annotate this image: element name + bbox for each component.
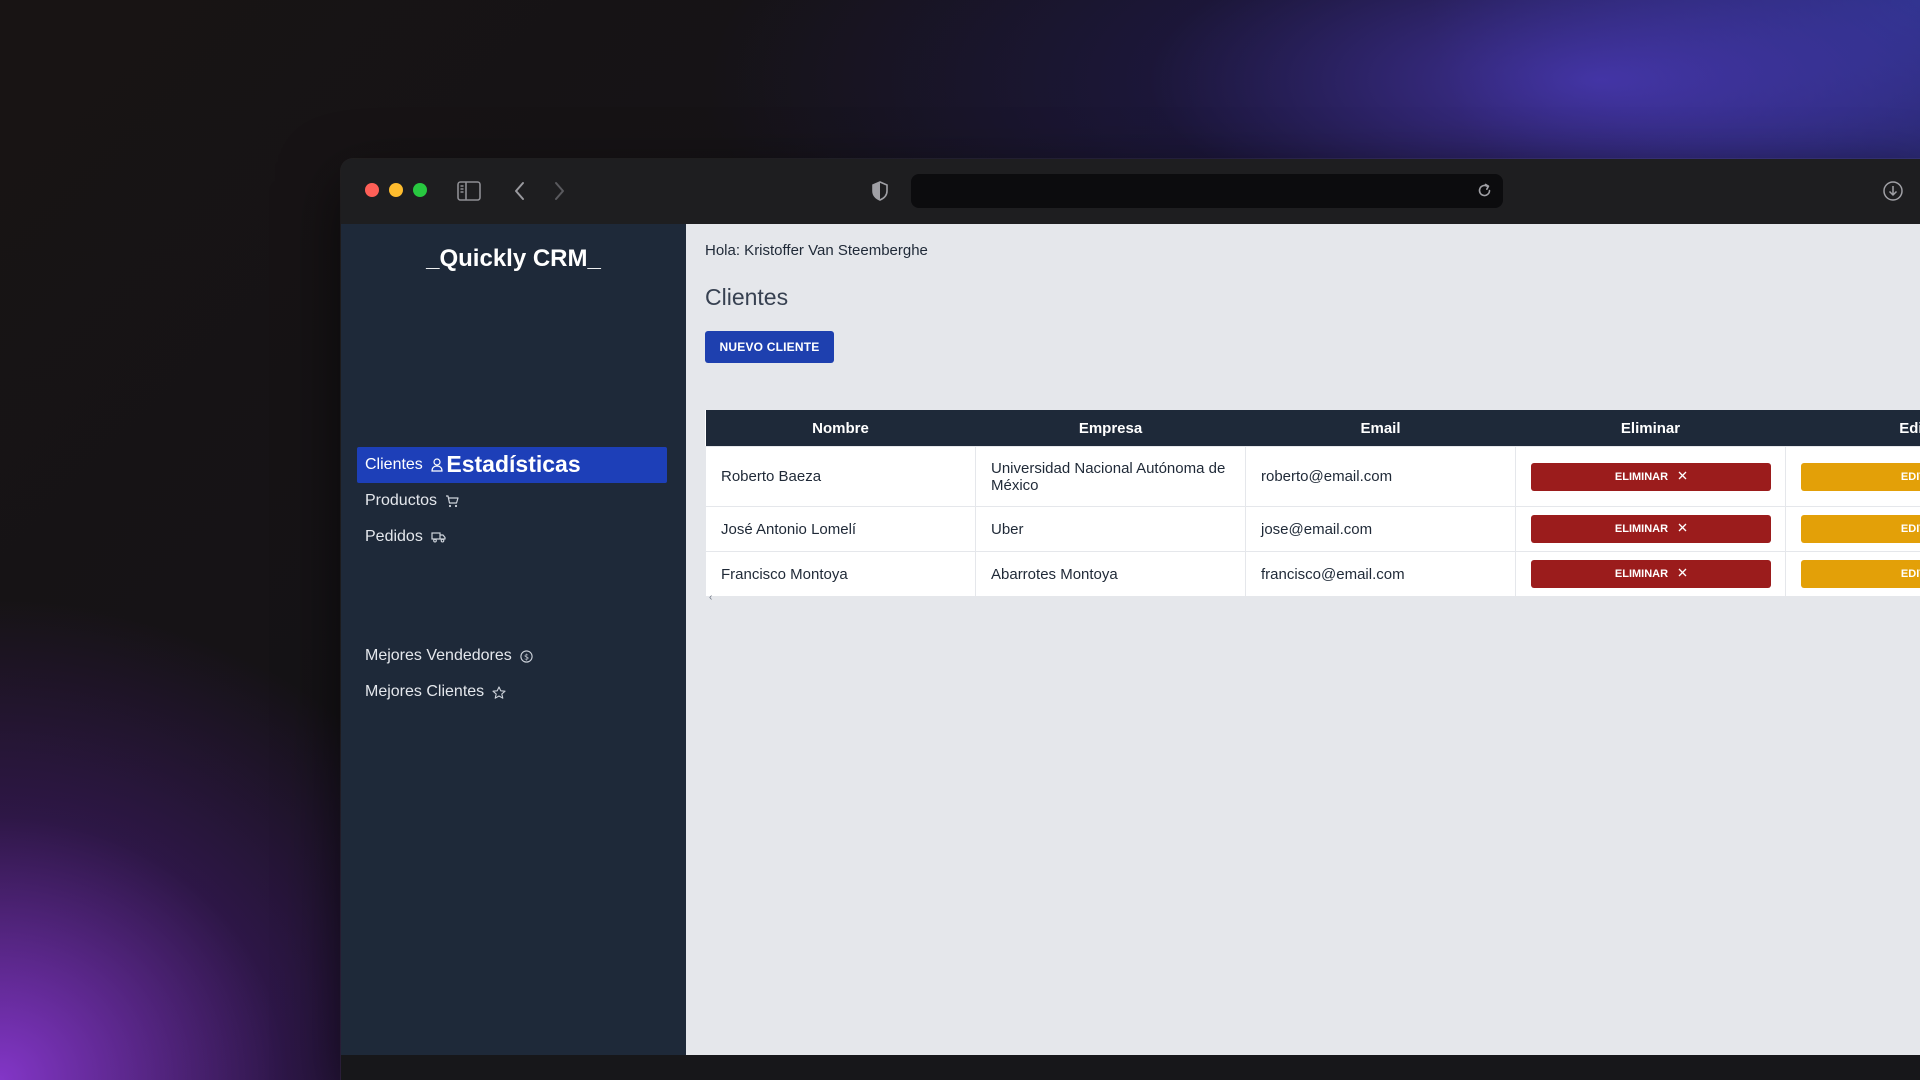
truck-icon <box>431 531 446 543</box>
cell-editar: EDITAR <box>1785 551 1920 597</box>
edit-button-label: EDITAR <box>1900 523 1920 535</box>
cell-editar: EDITAR <box>1785 446 1920 507</box>
user-greeting: Hola: Kristoffer Van Steemberghe <box>705 242 928 259</box>
sidebar: _Quickly CRM_ Clientes Productos Pedidos… <box>341 224 686 1055</box>
cell-email: francisco@email.com <box>1245 551 1516 597</box>
back-icon[interactable] <box>507 178 533 204</box>
sidebar-toggle-icon[interactable] <box>456 178 482 204</box>
minimize-window-button[interactable] <box>389 183 403 197</box>
close-window-button[interactable] <box>365 183 379 197</box>
main-content: Hola: Kristoffer Van Steemberghe Cliente… <box>686 224 1920 1055</box>
dollar-icon: $ <box>520 649 533 663</box>
sidebar-item-label: Pedidos <box>365 528 423 545</box>
edit-client-button[interactable]: EDITAR <box>1801 515 1920 543</box>
close-icon <box>1678 471 1687 483</box>
sidebar-item-mejores-clientes[interactable]: Mejores Clientes <box>357 674 667 710</box>
column-header-eliminar: Eliminar <box>1515 410 1786 447</box>
browser-window: _Quickly CRM_ Clientes Productos Pedidos… <box>341 159 1920 1080</box>
edit-client-button[interactable]: EDITAR <box>1801 462 1920 491</box>
delete-client-button[interactable]: ELIMINAR <box>1531 462 1771 491</box>
table-header-row: Nombre Empresa Email Eliminar Editar <box>705 410 1920 447</box>
cell-eliminar: ELIMINAR <box>1515 551 1786 597</box>
cell-nombre: José Antonio Lomelí <box>705 506 976 552</box>
cell-empresa: Universidad Nacional Autónoma de México <box>975 446 1246 507</box>
clients-table: Nombre Empresa Email Eliminar Editar Rob… <box>705 410 1920 597</box>
edit-button-label: EDITAR <box>1900 470 1920 483</box>
window-bottom-edge <box>341 1055 1920 1080</box>
stats-heading: Estadísticas <box>446 451 581 477</box>
cell-email: jose@email.com <box>1245 506 1516 552</box>
page-title: Clientes <box>705 284 789 310</box>
clients-table-container[interactable]: Nombre Empresa Email Eliminar Editar Rob… <box>705 410 1920 610</box>
maximize-window-button[interactable] <box>413 183 427 197</box>
app-logo[interactable]: _Quickly CRM_ <box>341 245 686 273</box>
column-header-nombre: Nombre <box>705 410 976 447</box>
shield-icon[interactable] <box>867 178 893 204</box>
cell-eliminar: ELIMINAR <box>1515 446 1786 507</box>
svg-text:$: $ <box>524 652 529 661</box>
sidebar-item-label: Mejores Clientes <box>365 683 485 700</box>
cell-email: roberto@email.com <box>1245 446 1516 507</box>
column-header-email: Email <box>1245 410 1516 447</box>
column-header-editar: Editar <box>1785 410 1920 447</box>
star-icon <box>492 685 506 699</box>
cell-editar: EDITAR <box>1785 506 1920 552</box>
address-bar[interactable] <box>911 174 1503 208</box>
delete-button-label: ELIMINAR <box>1614 568 1669 580</box>
delete-button-label: ELIMINAR <box>1614 470 1669 483</box>
delete-client-button[interactable]: ELIMINAR <box>1531 560 1771 588</box>
reload-icon[interactable] <box>1476 182 1493 204</box>
edit-client-button[interactable]: EDITAR <box>1801 560 1920 588</box>
download-icon[interactable] <box>1880 178 1906 204</box>
browser-titlebar <box>341 159 1920 225</box>
new-client-button[interactable]: NUEVO CLIENTE <box>705 331 834 363</box>
table-row: Roberto Baeza Universidad Nacional Autón… <box>705 446 1920 507</box>
cell-nombre: Francisco Montoya <box>705 551 976 597</box>
sidebar-item-productos[interactable]: Productos <box>357 483 667 519</box>
cell-empresa: Uber <box>975 506 1246 552</box>
cell-eliminar: ELIMINAR <box>1515 506 1786 552</box>
delete-client-button[interactable]: ELIMINAR <box>1531 515 1771 543</box>
delete-button-label: ELIMINAR <box>1614 523 1669 535</box>
sidebar-item-pedidos[interactable]: Pedidos <box>357 519 667 555</box>
forward-icon[interactable] <box>546 178 572 204</box>
close-icon <box>1678 523 1687 535</box>
cart-icon <box>445 494 459 508</box>
scroll-left-arrow-icon[interactable]: ‹ <box>709 592 712 603</box>
cell-nombre: Roberto Baeza <box>705 446 976 507</box>
sidebar-item-mejores-vendedores[interactable]: Mejores Vendedores $ <box>357 638 667 674</box>
table-row: José Antonio Lomelí Uber jose@email.com … <box>705 506 1920 552</box>
close-icon <box>1678 568 1687 580</box>
column-header-empresa: Empresa <box>975 410 1246 447</box>
sidebar-item-label: Mejores Vendedores <box>365 647 512 664</box>
cell-empresa: Abarrotes Montoya <box>975 551 1246 597</box>
edit-button-label: EDITAR <box>1900 568 1920 580</box>
sidebar-item-label: Productos <box>365 492 438 509</box>
table-row: Francisco Montoya Abarrotes Montoya fran… <box>705 551 1920 597</box>
